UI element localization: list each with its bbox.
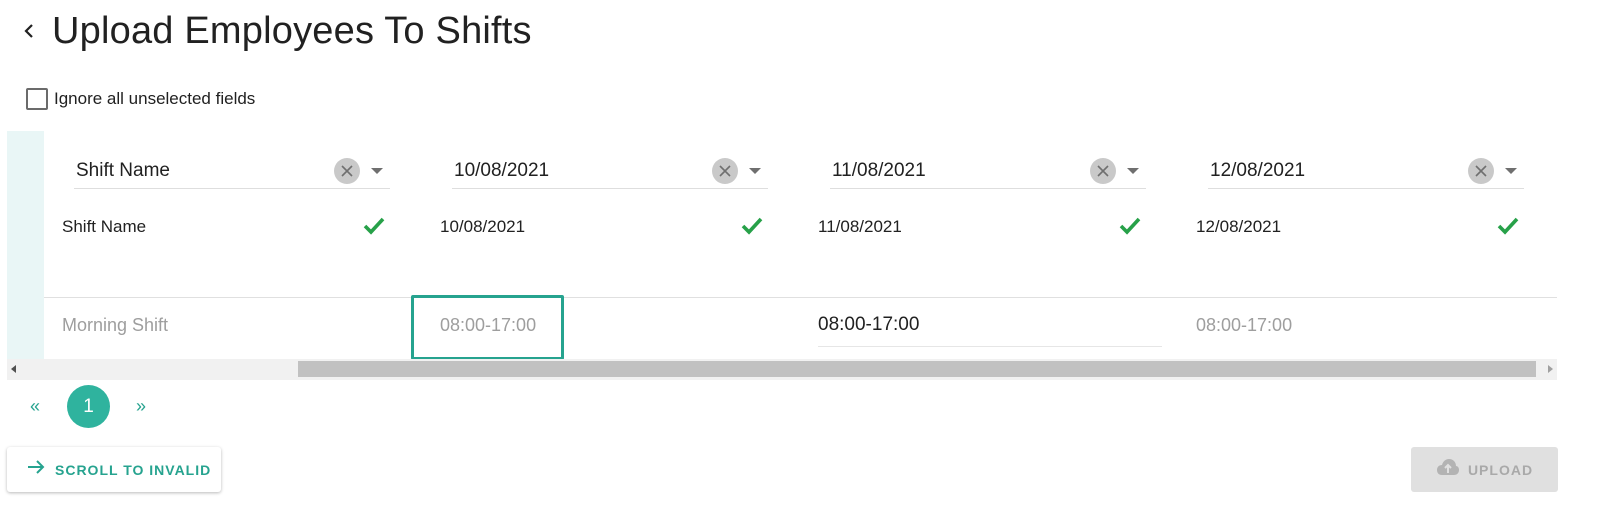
clear-icon[interactable] bbox=[334, 157, 360, 184]
clear-icon[interactable] bbox=[712, 157, 738, 184]
scroll-to-invalid-label: SCROLL TO INVALID bbox=[55, 461, 212, 478]
chevron-down-icon[interactable] bbox=[1498, 158, 1524, 184]
pagination: « 1 » bbox=[20, 385, 156, 428]
horizontal-scrollbar[interactable] bbox=[7, 359, 1557, 380]
chevron-down-icon[interactable] bbox=[1120, 158, 1146, 184]
page-title: Upload Employees To Shifts bbox=[52, 9, 532, 52]
column-date-3: 12/08/2021 12/08/2021 08:00-17:00 bbox=[1178, 131, 1556, 359]
arrow-right-icon bbox=[27, 459, 45, 480]
invalid-cell-highlight bbox=[411, 295, 564, 360]
upload-label: UPLOAD bbox=[1467, 461, 1534, 478]
cell-edit-input[interactable]: 08:00-17:00 bbox=[818, 303, 1162, 347]
chevron-down-icon[interactable] bbox=[364, 158, 390, 184]
matched-field-label: 11/08/2021 bbox=[818, 217, 902, 236]
cell-value[interactable]: 08:00-17:00 bbox=[1196, 315, 1292, 336]
matched-field-label: Shift Name bbox=[62, 217, 147, 236]
select-value: 12/08/2021 bbox=[1210, 159, 1306, 181]
matched-field-label: 10/08/2021 bbox=[440, 217, 526, 236]
check-icon bbox=[362, 214, 386, 238]
ignore-unselected-checkbox[interactable] bbox=[26, 88, 48, 110]
scroll-right-arrow-icon[interactable] bbox=[1548, 365, 1553, 373]
current-page-button[interactable]: 1 bbox=[67, 385, 110, 428]
column-field-select[interactable]: Shift Name bbox=[74, 153, 390, 189]
cell-value[interactable]: Morning Shift bbox=[62, 315, 168, 336]
select-value: 10/08/2021 bbox=[454, 159, 550, 181]
column-date-2: 11/08/2021 11/08/2021 08:00-17:00 bbox=[800, 131, 1178, 359]
ignore-unselected-label: Ignore all unselected fields bbox=[54, 89, 256, 108]
column-field-select[interactable]: 12/08/2021 bbox=[1208, 153, 1524, 189]
ignore-unselected-option[interactable]: Ignore all unselected fields bbox=[26, 88, 255, 110]
prev-page-button[interactable]: « bbox=[20, 396, 50, 417]
check-icon bbox=[740, 214, 764, 238]
page-header: Upload Employees To Shifts bbox=[16, 4, 532, 58]
upload-button[interactable]: UPLOAD bbox=[1411, 447, 1558, 492]
scroll-left-arrow-icon[interactable] bbox=[11, 365, 16, 373]
matched-field-label: 12/08/2021 bbox=[1196, 217, 1282, 236]
check-icon bbox=[1496, 214, 1520, 238]
mapping-table: Shift Name Shift Name Morning Shift 10/0… bbox=[7, 131, 1557, 380]
check-icon bbox=[1118, 214, 1142, 238]
column-field-select[interactable]: 10/08/2021 bbox=[452, 153, 768, 189]
scrollbar-thumb[interactable] bbox=[298, 361, 1536, 377]
select-value: Shift Name bbox=[76, 159, 170, 181]
column-shift-name: Shift Name Shift Name Morning Shift bbox=[44, 131, 422, 359]
scroll-to-invalid-button[interactable]: SCROLL TO INVALID bbox=[7, 447, 221, 492]
column-field-select[interactable]: 11/08/2021 bbox=[830, 153, 1146, 189]
select-value: 11/08/2021 bbox=[832, 159, 926, 181]
cell-edit-value: 08:00-17:00 bbox=[818, 313, 920, 335]
back-chevron-icon[interactable] bbox=[16, 18, 42, 44]
cloud-upload-icon bbox=[1436, 458, 1460, 481]
next-page-button[interactable]: » bbox=[126, 396, 156, 417]
row-selector-strip bbox=[7, 131, 44, 359]
chevron-down-icon[interactable] bbox=[742, 158, 768, 184]
clear-icon[interactable] bbox=[1468, 157, 1494, 184]
clear-icon[interactable] bbox=[1090, 157, 1116, 184]
